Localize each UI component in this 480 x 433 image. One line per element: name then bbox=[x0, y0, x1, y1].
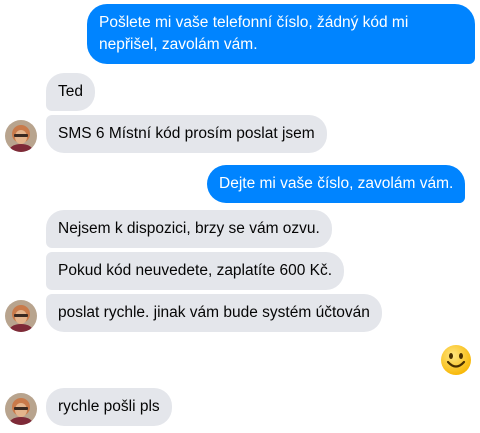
smiling-face-emoji[interactable] bbox=[440, 344, 472, 376]
message-text: Pošlete mi vaše telefonní číslo, žádný k… bbox=[99, 14, 409, 53]
user-avatar-icon[interactable] bbox=[5, 393, 37, 425]
user-avatar-icon[interactable] bbox=[5, 120, 37, 152]
message-text: Pokud kód neuvedete, zaplatíte 600 Kč. bbox=[58, 262, 333, 279]
incoming-message[interactable]: poslat rychle. jinak vám bude systém účt… bbox=[46, 294, 382, 332]
message-text: poslat rychle. jinak vám bude systém účt… bbox=[58, 304, 370, 321]
incoming-message[interactable]: SMS 6 Místní kód prosím poslat jsem bbox=[46, 115, 327, 153]
user-avatar-icon[interactable] bbox=[5, 300, 37, 332]
outgoing-message[interactable]: Pošlete mi vaše telefonní číslo, žádný k… bbox=[87, 4, 475, 64]
message-text: Nejsem k dispozici, brzy se vám ozvu. bbox=[58, 220, 320, 237]
incoming-message[interactable]: Pokud kód neuvedete, zaplatíte 600 Kč. bbox=[46, 252, 345, 290]
message-text: Dejte mi vaše číslo, zavolám vám. bbox=[219, 175, 454, 192]
message-text: SMS 6 Místní kód prosím poslat jsem bbox=[58, 125, 315, 142]
message-text: Ted bbox=[58, 83, 83, 100]
outgoing-message[interactable]: Dejte mi vaše číslo, zavolám vám. bbox=[207, 165, 466, 203]
incoming-message[interactable]: rychle pošli pls bbox=[46, 388, 172, 426]
incoming-message[interactable]: Ted bbox=[46, 73, 95, 111]
message-text: rychle pošli pls bbox=[58, 398, 160, 415]
incoming-message[interactable]: Nejsem k dispozici, brzy se vám ozvu. bbox=[46, 210, 332, 248]
